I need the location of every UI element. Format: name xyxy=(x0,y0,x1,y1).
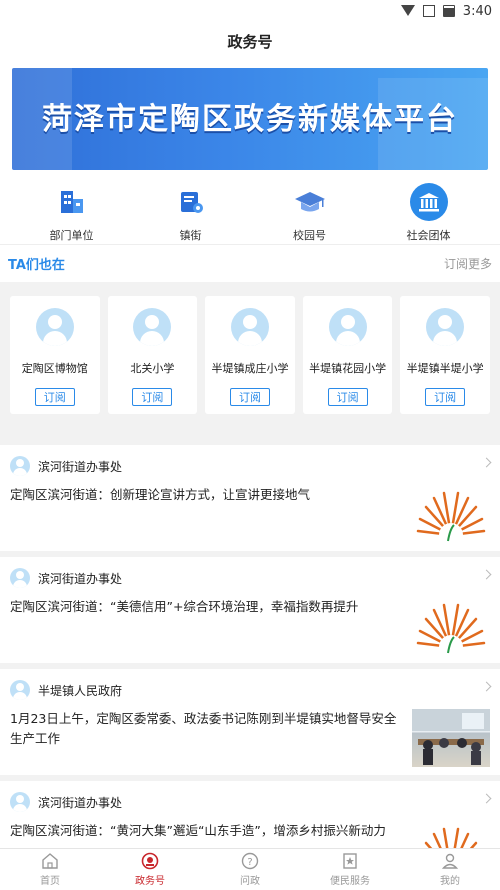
quick-nav-campus[interactable]: 校园号 xyxy=(270,183,350,243)
feed-title[interactable]: 定陶区滨河街道：“黄河大集”邂逅“山东手造”，增添乡村振兴新动力 xyxy=(10,821,398,841)
subscription-card[interactable]: 半堤镇半堤小学 订阅 xyxy=(400,296,490,414)
subscribe-button[interactable]: 订阅 xyxy=(229,388,270,406)
banner-text: 菏泽市定陶区政务新媒体平台 xyxy=(42,102,458,137)
tab-mine[interactable]: 我的 xyxy=(410,852,490,887)
avatar xyxy=(10,792,30,812)
avatar xyxy=(328,308,367,346)
avatar xyxy=(10,680,30,700)
card-name: 北关小学 xyxy=(130,362,175,375)
avatar xyxy=(230,308,269,346)
tab-government[interactable]: 政务号 xyxy=(110,852,190,887)
avatar xyxy=(10,456,30,476)
quick-nav-groups[interactable]: 社会团体 xyxy=(389,183,469,243)
sunburst-logo-icon xyxy=(416,603,486,655)
user-icon xyxy=(441,853,459,869)
subscription-cards: 定陶区博物馆 订阅 北关小学 订阅 半堤镇成庄小学 订阅 半堤镇花园小学 订阅 … xyxy=(0,282,500,432)
svg-text:?: ? xyxy=(247,857,252,868)
subscribe-button[interactable]: 订阅 xyxy=(132,388,173,406)
quick-nav-label: 社会团体 xyxy=(406,229,451,242)
banner[interactable]: 菏泽市定陶区政务新媒体平台 xyxy=(12,68,488,170)
wifi-icon xyxy=(400,5,415,17)
graduation-cap-icon xyxy=(291,183,329,221)
question-icon: ? xyxy=(241,852,259,870)
status-bar: 3:40 xyxy=(0,0,500,22)
quick-nav-label: 校园号 xyxy=(293,229,326,242)
subscription-card[interactable]: 北关小学 订阅 xyxy=(107,296,198,414)
quick-nav-towns[interactable]: 镇街 xyxy=(151,183,231,243)
feed-title[interactable]: 定陶区滨河街道：“美德信用”+综合环境治理，幸福指数再提升 xyxy=(10,597,398,617)
battery-icon xyxy=(442,5,455,17)
tab-label: 问政 xyxy=(240,876,260,887)
quick-nav-label: 镇街 xyxy=(179,229,202,242)
card-name: 半堤镇半堤小学 xyxy=(406,362,484,375)
quick-nav: 部门单位 镇街 校园号 社会团体 xyxy=(0,170,500,244)
town-icon xyxy=(172,183,210,221)
subscribe-button[interactable]: 订阅 xyxy=(327,388,368,406)
banner-container: 菏泽市定陶区政务新媒体平台 xyxy=(0,60,500,170)
tab-label: 我的 xyxy=(440,876,460,887)
feed-source[interactable]: 滨河街道办事处 xyxy=(38,458,122,475)
thumbnail-logo[interactable] xyxy=(412,485,490,543)
feed-item[interactable]: 滨河街道办事处 定陶区滨河街道：创新理论宣讲方式，让宣讲更接地气 xyxy=(0,445,500,551)
no-signal-icon xyxy=(422,5,435,17)
feed-item[interactable]: 滨河街道办事处 定陶区滨河街道：“美德信用”+综合环境治理，幸福指数再提升 xyxy=(0,557,500,663)
building-icon xyxy=(53,183,91,221)
tab-label: 政务号 xyxy=(135,876,165,887)
quick-nav-departments[interactable]: 部门单位 xyxy=(32,183,112,243)
tab-label: 便民服务 xyxy=(330,876,370,887)
subscription-card[interactable]: 半堤镇成庄小学 订阅 xyxy=(205,296,295,414)
ta-section-header: TA们也在 订阅更多 xyxy=(0,244,500,282)
avatar xyxy=(35,308,74,346)
tab-services[interactable]: 便民服务 xyxy=(310,852,390,887)
subscription-card[interactable]: 半堤镇花园小学 订阅 xyxy=(302,296,393,414)
subscribe-more-link[interactable]: 订阅更多 xyxy=(444,255,492,272)
thumbnail-photo[interactable] xyxy=(412,709,490,767)
avatar xyxy=(10,568,30,588)
ta-section-title: TA们也在 xyxy=(8,258,65,273)
card-name: 半堤镇成庄小学 xyxy=(211,362,289,375)
emblem-icon xyxy=(141,852,159,870)
feed-source[interactable]: 半堤镇人民政府 xyxy=(38,682,122,699)
sunburst-logo-icon xyxy=(416,491,486,543)
feed-item[interactable]: 半堤镇人民政府 1月23日上午，定陶区委常委、政法委书记陈刚到半堤镇实地督导安全… xyxy=(0,669,500,775)
feed-title[interactable]: 1月23日上午，定陶区委常委、政法委书记陈刚到半堤镇实地督导安全生产工作 xyxy=(10,709,398,749)
service-icon xyxy=(343,853,357,869)
subscribe-button[interactable]: 订阅 xyxy=(34,388,75,406)
institution-icon xyxy=(409,183,448,221)
page-title: 政务号 xyxy=(0,22,500,60)
bottom-tab-bar: 首页 政务号 ? 问政 便民服务 我的 xyxy=(0,848,500,890)
card-name: 定陶区博物馆 xyxy=(21,362,88,375)
tab-home[interactable]: 首页 xyxy=(10,852,90,887)
home-icon xyxy=(42,853,58,869)
feed-source[interactable]: 滨河街道办事处 xyxy=(38,570,122,587)
tab-inquiry[interactable]: ? 问政 xyxy=(210,852,290,887)
thumbnail-logo[interactable] xyxy=(412,597,490,655)
subscribe-button[interactable]: 订阅 xyxy=(425,388,466,406)
avatar xyxy=(426,308,465,346)
subscription-card[interactable]: 定陶区博物馆 订阅 xyxy=(10,296,100,414)
news-feed: 滨河街道办事处 定陶区滨河街道：创新理论宣讲方式，让宣讲更接地气 滨河街道办事处… xyxy=(0,445,500,890)
quick-nav-label: 部门单位 xyxy=(49,229,94,242)
status-time: 3:40 xyxy=(462,3,492,19)
feed-source[interactable]: 滨河街道办事处 xyxy=(38,794,122,811)
avatar xyxy=(133,308,172,346)
feed-title[interactable]: 定陶区滨河街道：创新理论宣讲方式，让宣讲更接地气 xyxy=(10,485,398,505)
card-name: 半堤镇花园小学 xyxy=(309,362,387,375)
tab-label: 首页 xyxy=(40,876,60,887)
